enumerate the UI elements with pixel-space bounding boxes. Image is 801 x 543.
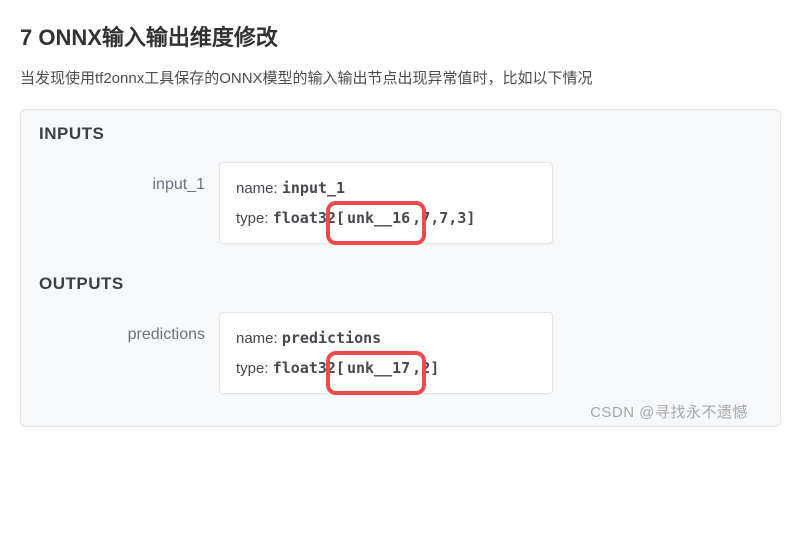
inputs-label: input_1 [39,162,219,194]
inputs-name-key: name: [236,180,278,197]
inputs-name-line: name: input_1 [236,179,536,197]
outputs-type-key: type: [236,360,269,377]
outputs-row: predictions name: predictions type: floa… [39,312,762,394]
outputs-name-line: name: predictions [236,329,536,347]
inputs-shape-highlight: unk__16 [345,209,412,227]
watermark: CSDN @寻找永不遗憾 [590,401,748,422]
intro-text: 当发现使用tf2onnx工具保存的ONNX模型的输入输出节点出现异常值时，比如以… [20,68,781,91]
outputs-card: name: predictions type: float32[unk__17,… [219,312,553,394]
inputs-row: input_1 name: input_1 type: float32[unk_… [39,162,762,244]
outputs-shape-highlight: unk__17 [345,359,412,377]
inputs-type-key: type: [236,210,269,227]
outputs-type-prefix: float32 [273,359,336,377]
outputs-type-line: type: float32[unk__17,2] [236,359,439,377]
inputs-card: name: input_1 type: float32[unk__16,7,7,… [219,162,553,244]
outputs-label: predictions [39,312,219,344]
outputs-shape-pre: [ [336,359,345,377]
inputs-type-line: type: float32[unk__16,7,7,3] [236,209,475,227]
outputs-title: OUTPUTS [39,274,762,294]
outputs-shape-post: ,2] [412,359,439,377]
outputs-name-key: name: [236,330,278,347]
inputs-shape-pre: [ [336,209,345,227]
inputs-title: INPUTS [39,124,762,144]
inputs-type-prefix: float32 [273,209,336,227]
outputs-name-value: predictions [282,329,381,347]
page-heading: 7 ONNX输入输出维度修改 [20,20,781,52]
inputs-shape-post: ,7,7,3] [412,209,475,227]
inputs-name-value: input_1 [282,179,345,197]
io-panel: INPUTS input_1 name: input_1 type: float… [20,109,781,427]
